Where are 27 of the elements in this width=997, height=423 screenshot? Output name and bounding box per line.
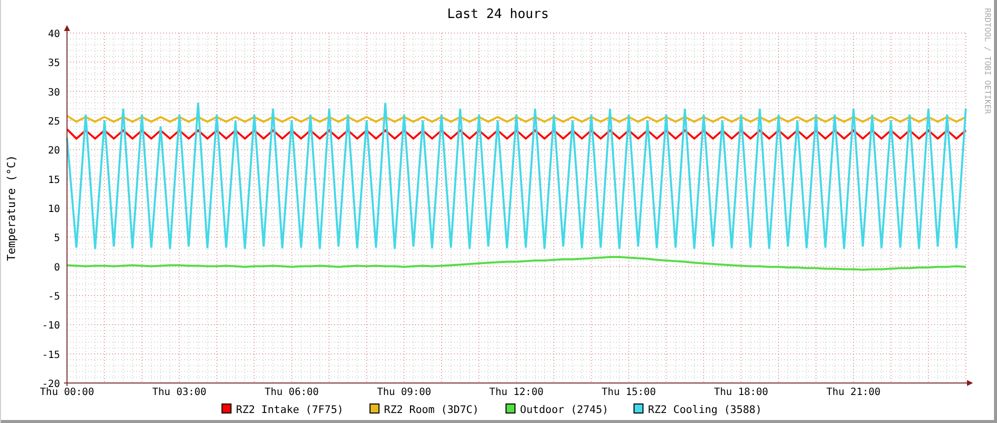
chart-title: Last 24 hours (447, 7, 549, 22)
y-axis-label: Temperature (°C) (5, 155, 18, 261)
legend-label: RZ2 Cooling (3588) (648, 404, 762, 416)
x-tick-label: Thu 18:00 (714, 387, 768, 398)
watermark-text: RRDTOOL / TOBI OETIKER (983, 8, 992, 114)
legend-label: RZ2 Room (3D7C) (384, 404, 479, 416)
x-tick-label: Thu 21:00 (826, 387, 881, 398)
x-tick-label: Thu 09:00 (376, 387, 432, 398)
legend-label: RZ2 Intake (7F75) (236, 404, 344, 416)
y-tick-label: 25 (48, 116, 60, 128)
legend-label: Outdoor (2745) (520, 404, 609, 416)
y-tick-label: -15 (42, 350, 60, 361)
x-tick-label: Thu 15:00 (602, 387, 656, 398)
y-tick-label: 10 (48, 204, 60, 215)
y-tick-label: 20 (48, 146, 60, 157)
x-tick-label: Thu 00:00 (40, 387, 94, 398)
y-tick-label: 5 (54, 233, 60, 244)
y-tick-label: -5 (48, 291, 60, 302)
y-tick-label: 15 (48, 174, 60, 186)
y-tick-label: 40 (48, 29, 60, 40)
y-tick-label: -10 (42, 320, 60, 332)
y-tick-label: 30 (48, 87, 60, 98)
x-tick-label: Thu 03:00 (152, 387, 206, 398)
y-tick-label: 35 (48, 58, 60, 70)
y-tick-label: 0 (54, 262, 60, 274)
x-tick-label: Thu 12:00 (489, 387, 544, 398)
x-tick-label: Thu 06:00 (264, 387, 319, 398)
